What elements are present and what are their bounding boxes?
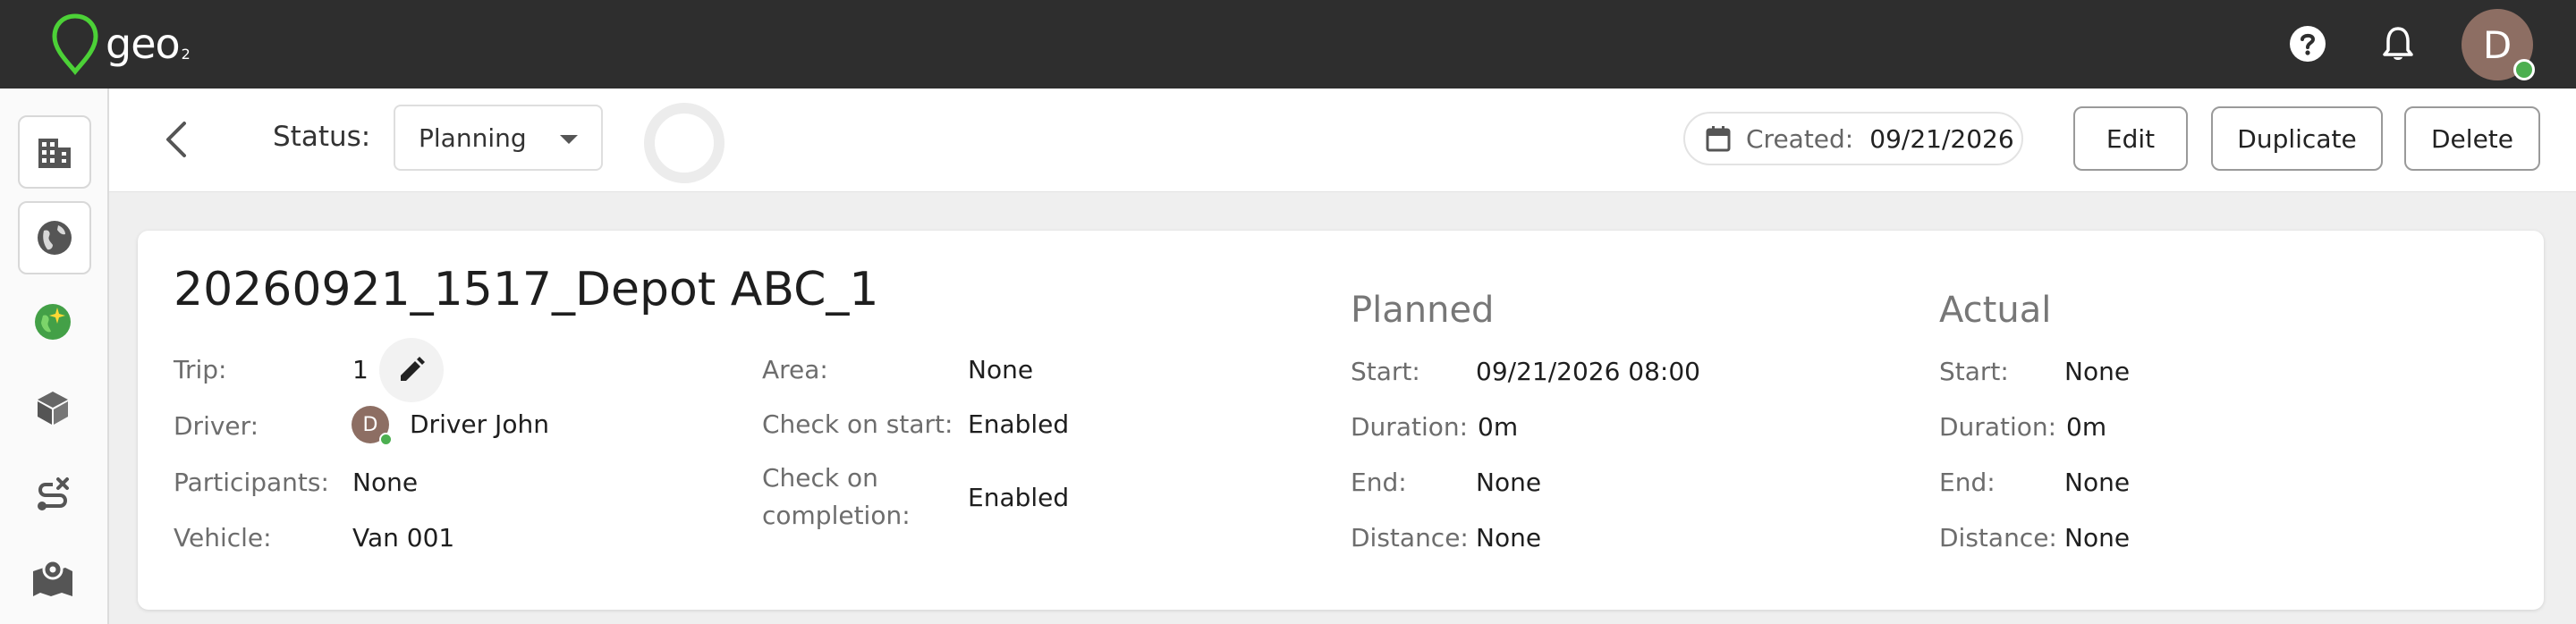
online-status-dot [2513,59,2535,80]
route-icon [38,477,69,510]
check-on-start-value: Enabled [968,409,1070,439]
trip-label: Trip: [174,355,227,384]
building-icon [38,139,71,168]
actual-start-label: Start: [1939,357,2009,386]
participants-label: Participants: [174,468,329,497]
map-icon [33,559,72,596]
actual-end-label: End: [1939,468,1996,497]
trip-title: 20260921_1517_Depot ABC_1 [174,263,879,316]
driver-avatar: D [352,406,393,446]
sidebar-item-globe[interactable] [18,201,91,274]
trip-value: 1 [352,355,369,384]
planned-start-label: Start: [1351,357,1420,386]
planned-duration-value: 0m [1478,412,1519,442]
chevron-left-icon [166,122,186,157]
check-on-completion-label-line2: completion: [762,501,911,530]
duplicate-button[interactable]: Duplicate [2211,106,2383,171]
caret-down-icon [560,135,578,144]
sidebar-item-routes[interactable] [18,459,88,528]
sidebar-item-map[interactable] [18,544,88,614]
area-value: None [968,355,1034,384]
globe-icon [38,221,72,255]
trip-toolbar: Status: Planning Created: 09/21/2026 Edi… [109,89,2576,192]
driver-label: Driver: [174,411,259,441]
logo-subscript: 2 [181,45,191,63]
sparkle-globe-icon [35,304,71,340]
driver-initial: D [362,413,378,436]
planned-end-value: None [1476,468,1542,497]
actual-duration-value: 0m [2066,412,2107,442]
location-pin-icon [52,13,98,75]
actual-duration-label: Duration: [1939,412,2057,442]
vehicle-label: Vehicle: [174,523,272,552]
app-logo[interactable]: geo 2 [50,13,191,75]
actual-end-value: None [2064,468,2131,497]
created-date-chip: Created: 09/21/2026 [1683,112,2023,165]
created-label: Created: [1746,123,1854,154]
pencil-icon [401,357,425,381]
delete-button[interactable]: Delete [2404,106,2540,171]
actual-distance-value: None [2064,523,2131,552]
created-value: 09/21/2026 [1869,123,2014,154]
status-value: Planning [419,122,527,153]
planned-heading: Planned [1351,290,1495,331]
planned-duration-label: Duration: [1351,412,1469,442]
back-button[interactable] [154,117,199,162]
vehicle-value: Van 001 [352,523,455,552]
user-avatar[interactable]: D [2462,9,2535,80]
sidebar-item-explore[interactable] [18,287,88,357]
driver-online-dot [379,433,393,446]
planned-start-value: 09/21/2026 08:00 [1476,357,1700,386]
participants-value: None [352,468,419,497]
actual-distance-label: Distance: [1939,523,2057,552]
driver-value[interactable]: Driver John [410,409,549,439]
status-dropdown[interactable]: Planning [394,105,603,171]
edit-button[interactable]: Edit [2073,106,2188,171]
trip-details-card: 20260921_1517_Depot ABC_1 Trip: 1 Driver… [138,231,2544,610]
user-initial: D [2482,22,2512,67]
planned-distance-label: Distance: [1351,523,1469,552]
logo-text: geo [106,20,181,68]
check-on-completion-label-line1: Check on [762,463,878,493]
help-icon[interactable] [2289,25,2326,63]
status-label: Status: [273,121,371,153]
actual-heading: Actual [1939,290,2052,331]
planned-distance-value: None [1476,523,1542,552]
edit-trip-button[interactable] [379,338,444,402]
calendar-icon [1706,126,1731,152]
actual-start-value: None [2064,357,2131,386]
check-on-completion-value: Enabled [968,483,1070,512]
loading-spinner [644,103,724,183]
sidebar-item-buildings[interactable] [18,115,91,189]
check-on-start-label: Check on start: [762,409,953,439]
planned-end-label: End: [1351,468,1407,497]
package-icon [38,392,68,425]
top-bar: geo 2 D [0,0,2576,89]
sidebar [0,89,109,624]
bell-icon[interactable] [2379,25,2417,63]
sidebar-item-packages[interactable] [18,373,88,443]
area-label: Area: [762,355,828,384]
